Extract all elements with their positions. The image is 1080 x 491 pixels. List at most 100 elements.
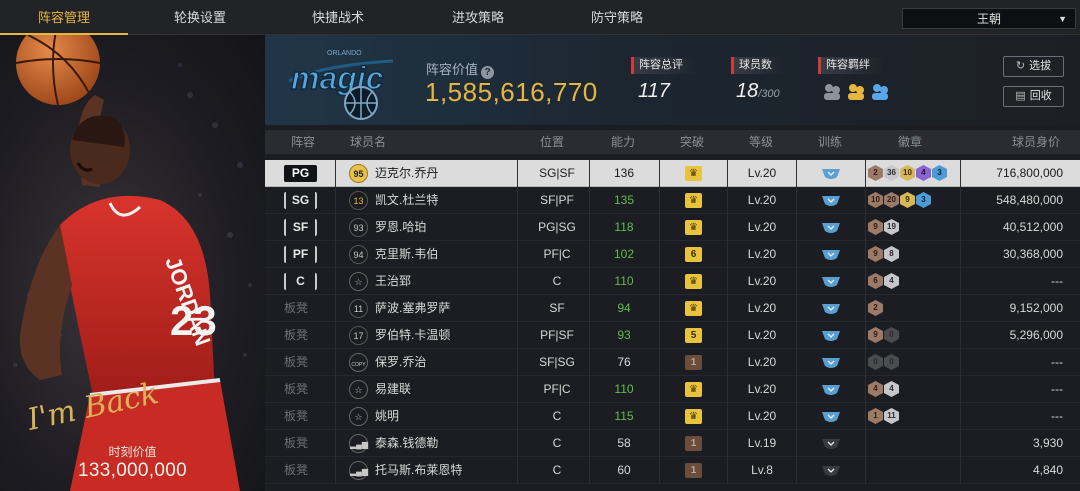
player-value: 5,296,000 — [1009, 328, 1063, 342]
badge-silver-icon[interactable]: 4 — [884, 273, 899, 289]
player-name[interactable]: 迈克尔.乔丹 — [375, 160, 438, 187]
player-name[interactable]: 托马斯.布莱恩特 — [375, 457, 462, 484]
table-row[interactable]: SF 93 罗恩.哈珀 PG|SG 118 ♛ Lv.20 9 19 40,512,000 — [265, 214, 1080, 241]
badge-bronze-icon[interactable]: 2 — [868, 300, 883, 316]
badge-bronze-icon[interactable]: 20 — [884, 192, 899, 208]
player-name[interactable]: 萨波.塞弗罗萨 — [375, 295, 450, 322]
badge-silver-icon[interactable]: 19 — [884, 219, 899, 235]
badge-bronze-icon[interactable]: 4 — [868, 381, 883, 397]
col-position[interactable]: 位置 — [540, 130, 564, 154]
lineup-header: magic ORLANDO 阵容价值? 1,585,616,770 阵容总评 1… — [265, 35, 1080, 125]
player-name[interactable]: 姚明 — [375, 403, 399, 430]
training-icon[interactable] — [821, 276, 841, 288]
badge-purple-icon[interactable]: 4 — [916, 165, 931, 181]
badge-gold-icon[interactable]: 10 — [900, 165, 915, 181]
player-ability: 102 — [613, 247, 635, 261]
badge-silver-icon[interactable]: 11 — [884, 408, 899, 424]
column-divider — [335, 187, 336, 214]
tab-lineup-management[interactable]: 阵容管理 — [0, 0, 128, 35]
player-name[interactable]: 王治郅 — [375, 268, 411, 295]
col-level[interactable]: 等级 — [749, 130, 773, 154]
training-icon[interactable] — [821, 438, 841, 450]
player-name[interactable]: 泰森.钱德勒 — [375, 430, 438, 457]
player-count-label: 球员数 — [731, 57, 785, 74]
player-name[interactable]: 保罗.乔治 — [375, 349, 426, 376]
col-ability[interactable]: 能力 — [611, 130, 635, 154]
training-icon[interactable] — [821, 357, 841, 369]
badge-bronze-icon[interactable]: 9 — [868, 246, 883, 262]
tab-rotation-settings[interactable]: 轮换设置 — [136, 0, 264, 35]
training-icon[interactable] — [821, 249, 841, 261]
badge-bronze-icon[interactable]: 9 — [868, 219, 883, 235]
badge-silver-icon[interactable]: 36 — [884, 165, 899, 181]
training-icon[interactable] — [821, 465, 841, 477]
table-row[interactable]: PG 95 迈克尔.乔丹 SG|SF 136 ♛ Lv.20 2 36 10 4 3 716,800,0… — [265, 160, 1080, 187]
bond-icons[interactable] — [822, 81, 894, 103]
col-player-name[interactable]: 球员名 — [350, 130, 386, 154]
training-icon[interactable] — [821, 222, 841, 234]
badge-silver-icon[interactable]: 4 — [884, 381, 899, 397]
team-select[interactable]: 王朝 ▼ — [902, 8, 1076, 29]
select-button[interactable]: ↻ 选拔 — [1003, 56, 1064, 77]
badge-dim-icon[interactable]: 0 — [868, 354, 883, 370]
badge-bronze-icon[interactable]: 1 — [868, 408, 883, 424]
position-slot[interactable]: PF — [284, 246, 317, 263]
overall-icon: 95 — [349, 164, 368, 183]
lineup-rating-label: 阵容总评 — [631, 57, 697, 74]
badge-blue-icon[interactable]: 3 — [932, 165, 947, 181]
player-name[interactable]: 易建联 — [375, 376, 411, 403]
col-badges[interactable]: 徽章 — [898, 130, 922, 154]
column-divider — [796, 457, 797, 484]
badge-dim-icon[interactable]: 0 — [884, 327, 899, 343]
badge-dim-icon[interactable]: 0 — [884, 354, 899, 370]
table-row[interactable]: 板凳 11 萨波.塞弗罗萨 SF 94 ♛ Lv.20 2 9,152,000 — [265, 295, 1080, 322]
training-icon[interactable] — [821, 384, 841, 396]
col-lineup[interactable]: 阵容 — [291, 130, 315, 154]
position-slot[interactable]: C — [284, 273, 317, 290]
table-row[interactable]: 板凳 COPY 保罗.乔治 SF|SG 76 1 Lv.20 0 0 --- — [265, 349, 1080, 376]
player-value: --- — [1051, 355, 1063, 369]
badge-gold-icon[interactable]: 9 — [900, 192, 915, 208]
training-icon[interactable] — [821, 195, 841, 207]
badge-bronze-icon[interactable]: 2 — [868, 165, 883, 181]
badge-bronze-icon[interactable]: 6 — [868, 273, 883, 289]
table-row[interactable]: 板凳 ☆ 易建联 PF|C 110 ♛ Lv.20 4 4 --- — [265, 376, 1080, 403]
player-name[interactable]: 罗恩.哈珀 — [375, 214, 426, 241]
table-row[interactable]: C ☆ 王治郅 C 110 ♛ Lv.20 6 4 --- — [265, 268, 1080, 295]
badge-bronze-icon[interactable]: 10 — [868, 192, 883, 208]
featured-player-card[interactable]: JORDAN 23 I'm Back 时刻价值 133,000,000 — [0, 35, 265, 491]
table-row[interactable]: SG 13 凯文.杜兰特 SF|PF 135 ♛ Lv.20 10 20 9 3 548,480,00… — [265, 187, 1080, 214]
badge-bronze-icon[interactable]: 9 — [868, 327, 883, 343]
tab-defense-strategy[interactable]: 防守策略 — [553, 0, 681, 35]
table-row[interactable]: 板凳 ☆ 姚明 C 115 ♛ Lv.20 1 11 --- — [265, 403, 1080, 430]
badge-list: 9 19 — [868, 219, 900, 236]
position-slot[interactable]: PG — [284, 165, 317, 182]
col-breakthrough[interactable]: 突破 — [680, 130, 704, 154]
table-row[interactable]: PF 94 克里斯.韦伯 PF|C 102 6 Lv.20 9 8 30,368,000 — [265, 241, 1080, 268]
col-player-value[interactable]: 球员身价 — [1012, 130, 1060, 154]
player-name[interactable]: 凯文.杜兰特 — [375, 187, 438, 214]
player-name[interactable]: 罗伯特.卡温顿 — [375, 322, 450, 349]
player-name[interactable]: 克里斯.韦伯 — [375, 241, 438, 268]
table-row[interactable]: 板凳 ▂▄▆ 泰森.钱德勒 C 58 1 Lv.19 3,930 — [265, 430, 1080, 457]
training-icon[interactable] — [821, 411, 841, 423]
col-training[interactable]: 训练 — [818, 130, 842, 154]
table-row[interactable]: 板凳 17 罗伯特.卡温顿 PF|SF 93 5 Lv.20 9 0 5,296,000 — [265, 322, 1080, 349]
tab-quick-tactics[interactable]: 快捷战术 — [274, 0, 402, 35]
position-slot[interactable]: SF — [284, 219, 317, 236]
column-divider — [335, 376, 336, 403]
badge-silver-icon[interactable]: 8 — [884, 246, 899, 262]
recycle-button[interactable]: ▤ 回收 — [1003, 86, 1064, 107]
position-slot[interactable]: SG — [284, 192, 317, 209]
overall-icon: ▂▄▆ — [349, 434, 368, 453]
training-icon[interactable] — [821, 330, 841, 342]
column-divider — [659, 268, 660, 295]
training-icon[interactable] — [821, 168, 841, 180]
tab-offense-strategy[interactable]: 进攻策略 — [414, 0, 542, 35]
badge-blue-icon[interactable]: 3 — [916, 192, 931, 208]
column-divider — [335, 160, 336, 187]
table-row[interactable]: 板凳 ▂▄▆ 托马斯.布莱恩特 C 60 1 Lv.8 4,840 — [265, 457, 1080, 484]
column-divider — [960, 268, 961, 295]
training-icon[interactable] — [821, 303, 841, 315]
player-ability: 93 — [617, 328, 631, 342]
